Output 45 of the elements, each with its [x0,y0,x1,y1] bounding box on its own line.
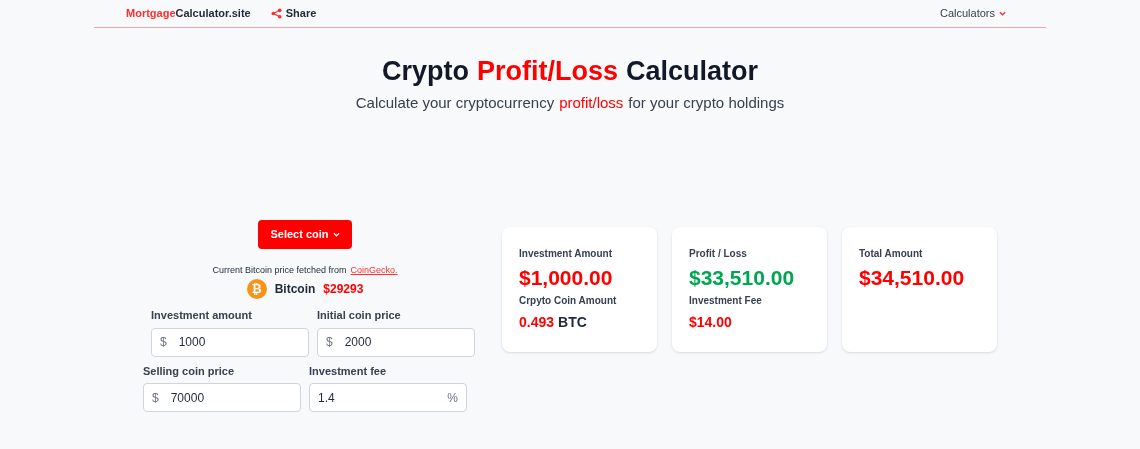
caret-icon [999,11,1006,16]
caret-icon [332,231,340,237]
input-field[interactable]: $ 70000 [143,383,301,412]
result-value: 0.493 [519,313,555,330]
currency-prefix: $ [326,334,333,351]
input-field[interactable]: $ 1000 [151,327,309,357]
page-subtitle: Calculate your cryptocurrency [355,93,555,113]
field-label: Investment amount [151,308,253,323]
field-value: 70000 [170,389,206,407]
coin-icon: ₿ [246,279,267,299]
result-value: $1,000.00 [519,265,613,289]
field-label: Investment fee [309,363,388,379]
input-field[interactable]: $ 2000 [317,327,475,357]
field-label: Selling coin price [143,363,236,379]
currency-prefix: $ [152,389,159,407]
coingecko-link[interactable]: CoinGecko. [350,263,398,277]
result-value: $14.00 [689,313,732,330]
coin-price: $29293 [323,281,364,298]
unit-suffix: % [447,389,458,407]
page-subtitle: profit/loss [559,93,624,113]
page-title: Profit/Loss [476,55,618,88]
page-title: Crypto [381,55,469,88]
share-icon [270,8,282,19]
calculators-menu[interactable]: Calculators [939,5,1006,22]
field-value: 2000 [344,334,373,351]
result-label: Investment Fee [689,293,763,308]
result-unit: BTC [558,313,587,330]
currency-prefix: $ [160,334,167,351]
result-label: Crpyto Coin Amount [519,293,618,308]
site-logo[interactable]: MortgageCalculator.site [126,5,251,22]
page-subtitle: for your crypto holdings [628,93,785,113]
source-text: Current Bitcoin price fetched from [212,263,347,277]
select-coin-button[interactable]: Select coin [258,219,352,249]
share-button[interactable]: Share [270,5,317,22]
result-value: $34,510.00 [859,265,965,289]
result-label: Profit / Loss [689,246,748,261]
field-value: 1000 [178,334,207,351]
result-value: $33,510.00 [689,265,795,289]
field-value: 1.4 [318,389,336,407]
result-label: Total Amount [859,246,924,261]
coin-name: Bitcoin [274,281,316,298]
page-title: Calculator [626,55,759,88]
result-label: Investment Amount [519,246,613,261]
field-label: Initial coin price [317,308,402,323]
input-field[interactable]: 1.4 % [309,383,467,412]
